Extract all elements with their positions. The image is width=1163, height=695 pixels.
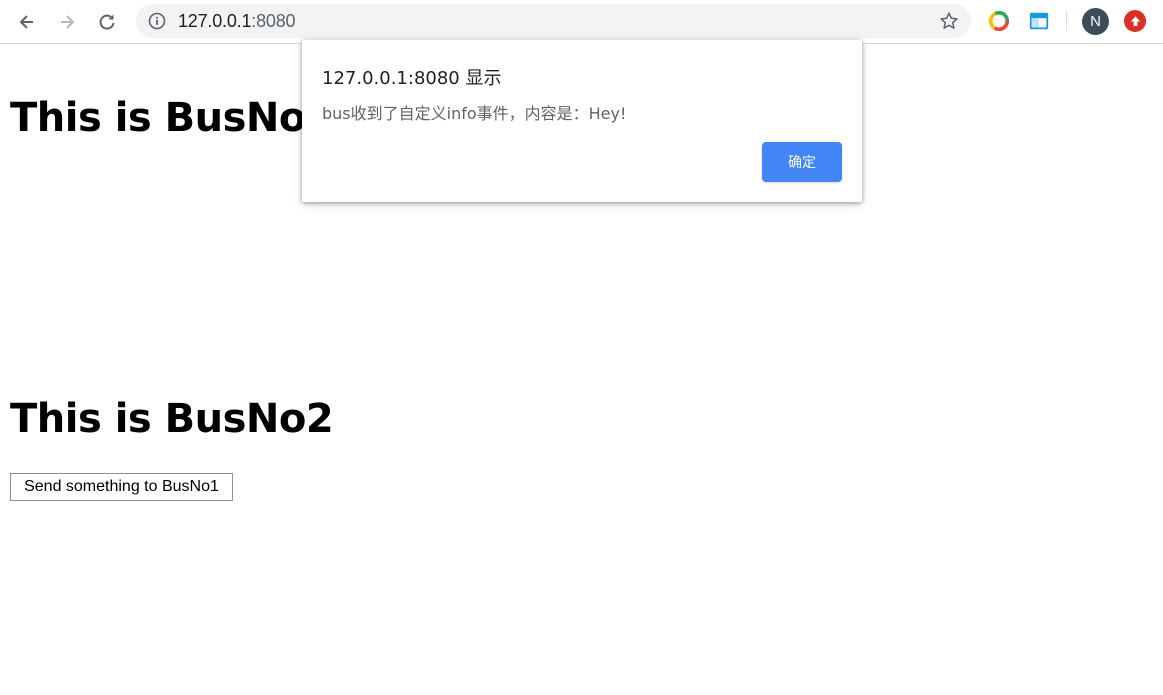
back-button[interactable] bbox=[11, 6, 43, 38]
browser-toolbar: 127.0.0.1:8080 N bbox=[0, 0, 1163, 44]
update-button[interactable] bbox=[1124, 10, 1146, 32]
back-icon bbox=[19, 15, 33, 29]
star-icon[interactable] bbox=[939, 11, 959, 31]
address-bar[interactable]: 127.0.0.1:8080 bbox=[136, 4, 971, 38]
busno1-heading: This is BusNo1 bbox=[10, 95, 334, 141]
dialog-ok-button[interactable]: 确定 bbox=[762, 142, 842, 182]
busno2-heading: This is BusNo2 bbox=[10, 396, 334, 442]
reload-button[interactable] bbox=[91, 6, 123, 38]
reload-icon bbox=[99, 14, 115, 30]
send-to-busno1-button[interactable]: Send something to BusNo1 bbox=[10, 473, 233, 501]
chrome-extension-button[interactable] bbox=[987, 9, 1011, 33]
dialog-message: bus收到了自定义info事件，内容是：Hey! bbox=[322, 104, 627, 123]
forward-button[interactable] bbox=[51, 6, 83, 38]
alert-dialog: 127.0.0.1:8080 显示 bus收到了自定义info事件，内容是：He… bbox=[302, 40, 862, 202]
chrome-ext-icon bbox=[988, 10, 1010, 32]
toolbar-separator bbox=[1066, 11, 1067, 31]
window-extension-button[interactable] bbox=[1027, 9, 1051, 33]
url-host: 127.0.0.1 bbox=[178, 11, 252, 31]
update-icon bbox=[1130, 15, 1140, 26]
url-port: :8080 bbox=[251, 11, 296, 31]
dialog-title: 127.0.0.1:8080 显示 bbox=[322, 68, 502, 89]
profile-avatar[interactable]: N bbox=[1082, 8, 1109, 35]
info-icon[interactable] bbox=[148, 12, 166, 30]
window-ext-icon bbox=[1029, 12, 1049, 30]
url-text[interactable]: 127.0.0.1:8080 bbox=[178, 11, 296, 32]
forward-icon bbox=[61, 15, 75, 29]
